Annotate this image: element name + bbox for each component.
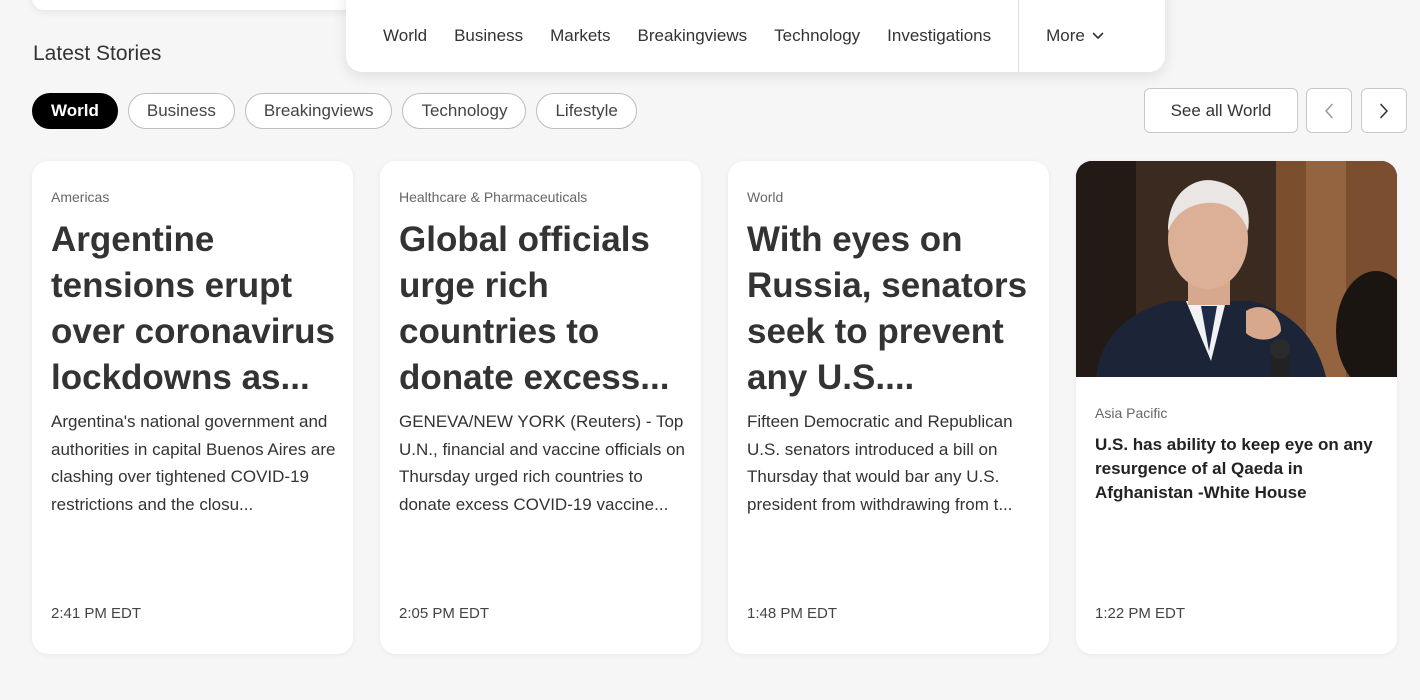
- portrait-image: [1076, 161, 1397, 377]
- story-headline[interactable]: Global officials urge rich countries to …: [399, 217, 689, 401]
- story-thumbnail[interactable]: [1076, 161, 1397, 377]
- chip-business[interactable]: Business: [127, 93, 235, 129]
- story-summary: GENEVA/NEW YORK (Reuters) - Top U.N., fi…: [399, 412, 686, 514]
- story-time: 2:41 PM EDT: [51, 605, 142, 622]
- chip-world[interactable]: World: [32, 93, 118, 129]
- previous-button[interactable]: [1306, 88, 1352, 133]
- story-kicker[interactable]: Americas: [51, 189, 109, 205]
- story-headline[interactable]: U.S. has ability to keep eye on any resu…: [1095, 433, 1380, 505]
- nav-item-investigations[interactable]: Investigations: [887, 26, 991, 46]
- story-card[interactable]: Americas Argentine tensions erupt over c…: [32, 161, 353, 654]
- story-card[interactable]: World With eyes on Russia, senators seek…: [728, 161, 1049, 654]
- chip-breakingviews[interactable]: Breakingviews: [244, 93, 393, 129]
- story-summary: Fifteen Democratic and Republican U.S. s…: [747, 412, 1013, 514]
- next-button[interactable]: [1361, 88, 1407, 133]
- story-kicker[interactable]: Asia Pacific: [1095, 405, 1167, 421]
- story-kicker[interactable]: Healthcare & Pharmaceuticals: [399, 189, 587, 205]
- see-all-button[interactable]: See all World: [1144, 88, 1298, 133]
- story-headline[interactable]: Argentine tensions erupt over coronaviru…: [51, 217, 341, 401]
- story-headline[interactable]: With eyes on Russia, senators seek to pr…: [747, 217, 1037, 401]
- story-card[interactable]: Healthcare & Pharmaceuticals Global offi…: [380, 161, 701, 654]
- nav-item-world[interactable]: World: [383, 26, 427, 46]
- nav-item-technology[interactable]: Technology: [774, 26, 860, 46]
- top-card-stub: [32, 0, 362, 10]
- chevron-down-icon: [1092, 32, 1104, 39]
- story-time: 1:22 PM EDT: [1095, 605, 1186, 622]
- chevron-left-icon: [1325, 103, 1333, 118]
- section-title: Latest Stories: [33, 42, 162, 65]
- nav-more-button[interactable]: More: [1019, 26, 1104, 46]
- story-time: 1:48 PM EDT: [747, 605, 838, 622]
- nav-item-markets[interactable]: Markets: [550, 26, 610, 46]
- story-summary: Argentina's national government and auth…: [51, 412, 336, 514]
- story-card-with-image[interactable]: Asia Pacific U.S. has ability to keep ey…: [1076, 161, 1397, 654]
- chip-lifestyle[interactable]: Lifestyle: [536, 93, 637, 129]
- story-time: 2:05 PM EDT: [399, 605, 490, 622]
- main-navigation: World Business Markets Breakingviews Tec…: [346, 0, 1165, 72]
- nav-item-breakingviews[interactable]: Breakingviews: [638, 26, 748, 46]
- filter-chips: World Business Breakingviews Technology …: [32, 93, 647, 129]
- nav-item-business[interactable]: Business: [454, 26, 523, 46]
- chip-technology[interactable]: Technology: [402, 93, 527, 129]
- story-kicker[interactable]: World: [747, 189, 783, 205]
- chevron-right-icon: [1380, 103, 1388, 118]
- nav-items: World Business Markets Breakingviews Tec…: [346, 0, 1018, 72]
- nav-more-label: More: [1046, 26, 1085, 45]
